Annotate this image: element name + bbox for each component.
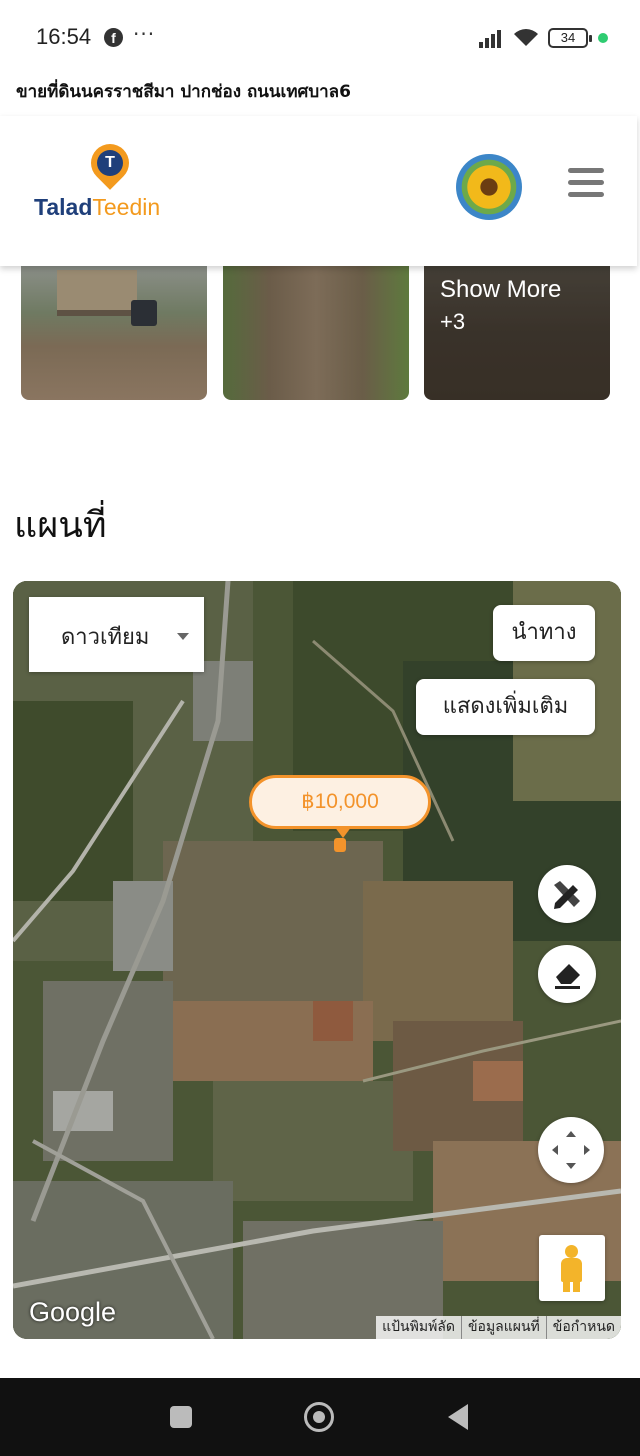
status-dot-icon [598, 33, 608, 43]
draw-area-button[interactable] [538, 865, 596, 923]
hamburger-menu-icon[interactable] [568, 168, 604, 198]
battery-icon: 34 [548, 28, 592, 48]
system-nav-bar [0, 1378, 640, 1456]
map-data-link[interactable]: ข้อมูลแผนที่ [460, 1316, 546, 1339]
pegman-icon [565, 1245, 578, 1258]
terms-link[interactable]: ข้อกำหนด [545, 1316, 621, 1339]
signal-icon [479, 30, 501, 48]
avatar[interactable] [456, 154, 522, 220]
map[interactable]: ดาวเทียม นำทาง แสดงเพิ่มเติม ฿10,000 Goo… [13, 581, 621, 1339]
show-more-label: Show More [440, 276, 562, 303]
page-title: ขายที่ดินนครราชสีมา ปากช่อง ถนนเทศบาล6 [16, 82, 351, 102]
fullscreen-button[interactable] [538, 1117, 604, 1183]
map-heading: แผนที่ [14, 505, 107, 546]
gallery-photo[interactable] [21, 266, 207, 400]
location-pin-icon[interactable] [334, 838, 346, 852]
gallery-photo[interactable] [223, 266, 409, 400]
photo-gallery: Show More +3 [0, 266, 640, 400]
back-icon[interactable] [448, 1404, 468, 1430]
logo-text: TaladTeedin [34, 194, 160, 221]
logo-pin-icon: T [83, 136, 137, 190]
logo-text-talad: Talad [34, 194, 93, 220]
wifi-icon [514, 29, 538, 46]
show-more-button[interactable]: แสดงเพิ่มเติม [416, 679, 595, 735]
fullscreen-arrows-icon [552, 1131, 590, 1169]
site-logo[interactable]: T TaladTeedin [34, 136, 194, 224]
map-type-select[interactable]: ดาวเทียม [29, 597, 204, 672]
status-bar: 16:54 f ··· 34 [0, 0, 640, 72]
caret-down-icon [177, 633, 189, 640]
home-icon[interactable] [304, 1402, 334, 1432]
price-marker[interactable]: ฿10,000 [249, 775, 431, 838]
show-more-text: Show More +3 [440, 274, 561, 338]
map-type-value: ดาวเทียม [61, 625, 150, 650]
pencil-ruler-icon [554, 881, 580, 909]
map-attribution: แป้นพิมพ์ลัด ข้อมูลแผนที่ ข้อกำหนด [376, 1316, 621, 1339]
directions-button[interactable]: นำทาง [493, 605, 595, 661]
eraser-icon [555, 964, 580, 989]
erase-button[interactable] [538, 945, 596, 1003]
street-view-pegman-button[interactable] [539, 1235, 605, 1301]
facebook-icon: f [104, 28, 123, 47]
gallery-show-more[interactable]: Show More +3 [424, 266, 610, 400]
site-header: T TaladTeedin [0, 116, 637, 266]
google-logo: Google [29, 1297, 117, 1327]
logo-pin-letter: T [97, 150, 123, 176]
keyboard-shortcuts-link[interactable]: แป้นพิมพ์ลัด [376, 1316, 461, 1339]
more-notifications-icon: ··· [133, 22, 156, 46]
status-time: 16:54 [36, 24, 92, 49]
recent-apps-icon[interactable] [170, 1406, 192, 1428]
logo-text-teedin: Teedin [92, 194, 161, 220]
show-more-count: +3 [440, 309, 466, 334]
